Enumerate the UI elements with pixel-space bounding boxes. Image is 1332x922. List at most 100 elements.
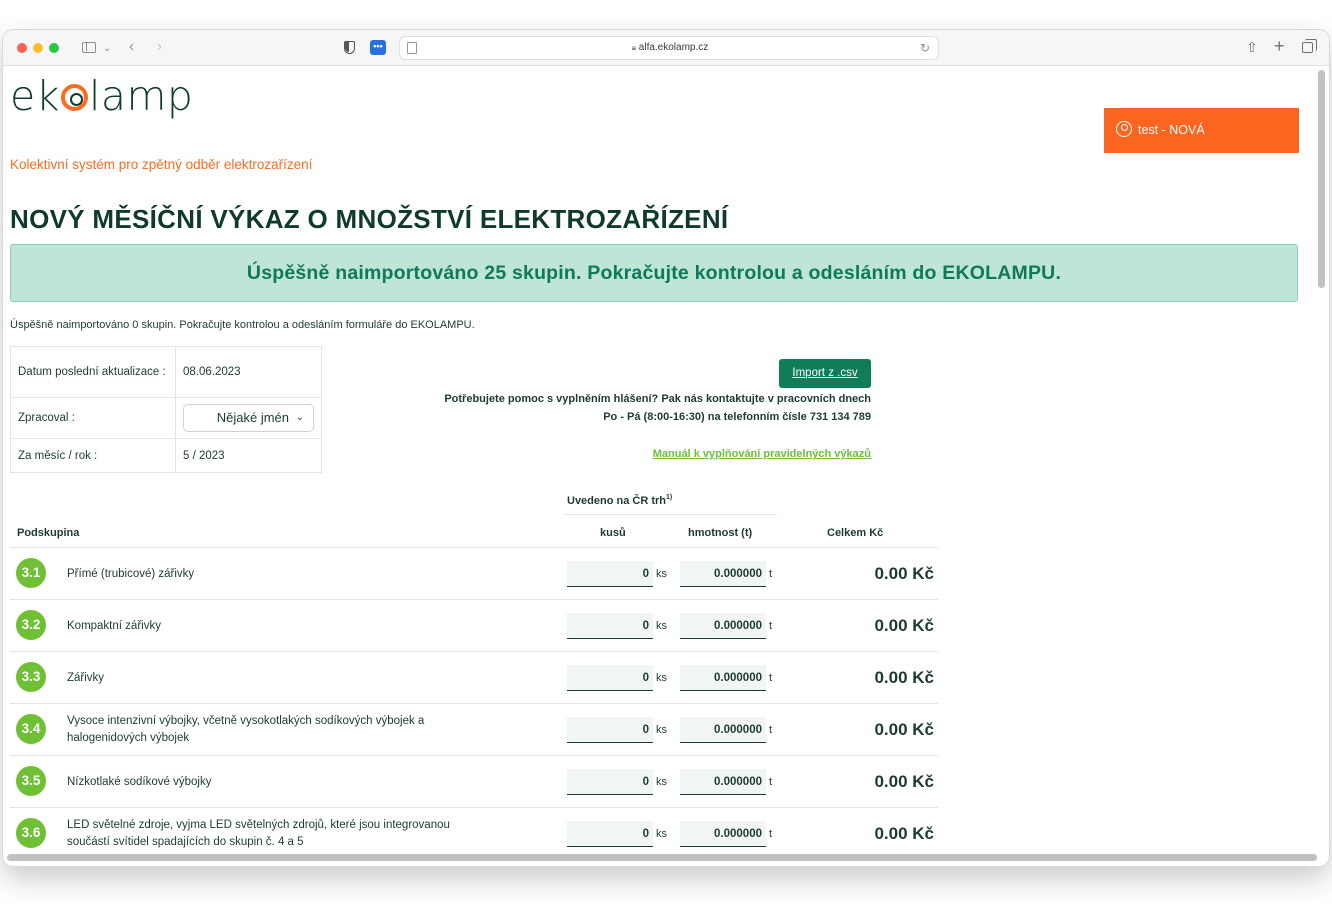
subgroup-code-badge: 3.1 bbox=[16, 558, 46, 588]
subgroup-name-text: Zářivky bbox=[67, 671, 105, 684]
pieces-unit: ks bbox=[656, 672, 667, 684]
help-text-line1: Potřebujete pomoc s vyplněním hlášení? P… bbox=[444, 393, 871, 405]
browser-toolbar: ⌄ ‹ › ••• 🔒︎ alfa.ekolamp.cz ↻ ⇧ + bbox=[3, 30, 1329, 66]
minimize-window-button[interactable] bbox=[33, 43, 43, 53]
logo-o-icon bbox=[60, 84, 88, 111]
weight-input[interactable]: 0.000000 bbox=[680, 665, 766, 691]
help-text-line2: Po - Pá (8:00-16:30) na telefonním čísle… bbox=[603, 411, 871, 423]
browser-window: ⌄ ‹ › ••• 🔒︎ alfa.ekolamp.cz ↻ ⇧ + ek lam… bbox=[3, 30, 1329, 866]
pieces-unit: ks bbox=[656, 620, 667, 632]
subgroup-name-text: LED světelné zdroje, vyjma LED světelnýc… bbox=[67, 819, 450, 848]
table-row: 3.6 LED světelné zdroje, vyjma LED světel… bbox=[10, 808, 938, 860]
weight-unit: t bbox=[769, 776, 773, 788]
group-divider bbox=[563, 514, 777, 515]
subgroup-code-badge: 3.2 bbox=[16, 610, 46, 640]
row-total: 0.00 Kč bbox=[874, 616, 934, 635]
row-total: 0.00 Kč bbox=[874, 720, 934, 739]
row-total: 0.00 Kč bbox=[874, 668, 934, 687]
pieces-input[interactable]: 0 bbox=[567, 821, 653, 847]
page-content: ek lamp Kolektivní systém pro zpětný odbě… bbox=[3, 66, 1329, 866]
address-bar[interactable]: 🔒︎ alfa.ekolamp.cz ↻ bbox=[399, 36, 939, 60]
subgroup-name: Přímé (trubicové) zářivky bbox=[67, 548, 487, 600]
sidebar-icon[interactable] bbox=[82, 42, 96, 53]
brand-tagline: Kolektivní systém pro zpětný odběr elekt… bbox=[10, 157, 313, 172]
footnote-marker: 1) bbox=[666, 494, 673, 501]
lock-icon: 🔒︎ bbox=[631, 43, 636, 52]
pieces-input[interactable]: 0 bbox=[567, 769, 653, 795]
processed-by-select[interactable]: Nějaké jmén ⌄ bbox=[183, 404, 314, 432]
pieces-unit: ks bbox=[656, 828, 667, 840]
horizontal-scrollbar[interactable] bbox=[7, 854, 1317, 861]
import-csv-button[interactable]: Import z .csv bbox=[779, 359, 871, 388]
row-total: 0.00 Kč bbox=[874, 824, 934, 843]
subgroup-name-text: Kompaktní zářivky bbox=[67, 619, 161, 632]
forward-icon[interactable]: › bbox=[157, 38, 162, 56]
table-row: 3.2 Kompaktní zářivky 0 ks 0.000000 t 0.00 Kč bbox=[10, 600, 938, 652]
manual-link[interactable]: Manuál k vyplňování pravidelných výkazů bbox=[653, 448, 871, 460]
reload-icon[interactable]: ↻ bbox=[920, 41, 930, 55]
zoom-window-button[interactable] bbox=[49, 43, 59, 53]
subgroup-name: Vysoce intenzivní výbojky, včetně vysoko… bbox=[67, 704, 487, 756]
processed-by-label: Zpracoval : bbox=[10, 397, 176, 439]
col-subgroup-header: Podskupina bbox=[17, 527, 80, 539]
weight-input[interactable]: 0.000000 bbox=[680, 769, 766, 795]
url-value: alfa.ekolamp.cz bbox=[638, 42, 709, 53]
weight-unit: t bbox=[769, 828, 773, 840]
period-value: 5 / 2023 bbox=[175, 438, 322, 473]
success-alert: Úspěšně naimportováno 25 skupin. Pokraču… bbox=[10, 244, 1298, 302]
share-icon[interactable]: ⇧ bbox=[1246, 39, 1258, 56]
chevron-down-icon: ⌄ bbox=[295, 412, 304, 423]
subgroup-code-badge: 3.5 bbox=[16, 766, 46, 796]
subgroup-name-text: Nízkotlaké sodíkové výbojky bbox=[67, 775, 212, 788]
logo-text-start: ek bbox=[10, 72, 60, 120]
row-total: 0.00 Kč bbox=[874, 772, 934, 791]
row-total: 0.00 Kč bbox=[874, 564, 934, 583]
weight-input[interactable]: 0.000000 bbox=[680, 613, 766, 639]
col-pieces-header: kusů bbox=[600, 527, 626, 539]
chevron-down-icon[interactable]: ⌄ bbox=[103, 40, 111, 58]
password-extension-icon[interactable]: ••• bbox=[370, 40, 386, 55]
weight-unit: t bbox=[769, 568, 773, 580]
pieces-input[interactable]: 0 bbox=[567, 717, 653, 743]
weight-unit: t bbox=[769, 724, 773, 736]
tab-overview-icon[interactable] bbox=[1302, 39, 1317, 53]
pieces-unit: ks bbox=[656, 776, 667, 788]
user-label: test - NOVÁ bbox=[1138, 123, 1205, 137]
back-icon[interactable]: ‹ bbox=[129, 38, 134, 56]
page-title: NOVÝ MĚSÍČNÍ VÝKAZ O MNOŽSTVÍ ELEKTROZAŘ… bbox=[10, 204, 729, 234]
weight-unit: t bbox=[769, 672, 773, 684]
period-label: Za měsíc / rok : bbox=[10, 438, 176, 473]
table-row: 3.5 Nízkotlaké sodíkové výbojky 0 ks 0.00000… bbox=[10, 756, 938, 808]
vertical-scrollbar[interactable] bbox=[1318, 70, 1325, 288]
subgroup-code-badge: 3.3 bbox=[16, 662, 46, 692]
ekolamp-logo[interactable]: ek lamp bbox=[10, 72, 193, 120]
subgroup-code-badge: 3.6 bbox=[16, 818, 46, 848]
report-meta-table: Datum poslední aktualizace : 08.06.2023 … bbox=[10, 346, 322, 473]
weight-unit: t bbox=[769, 620, 773, 632]
last-update-label: Datum poslední aktualizace : bbox=[10, 346, 176, 398]
pieces-input[interactable]: 0 bbox=[567, 665, 653, 691]
processed-by-cell: Nějaké jmén ⌄ bbox=[175, 397, 322, 439]
market-column-group: Uvedeno na ČR trh1) bbox=[563, 494, 777, 507]
pieces-unit: ks bbox=[656, 724, 667, 736]
privacy-shield-icon[interactable] bbox=[344, 41, 355, 54]
pieces-input[interactable]: 0 bbox=[567, 561, 653, 587]
subgroup-name: LED světelné zdroje, vyjma LED světelnýc… bbox=[67, 808, 487, 860]
last-update-value: 08.06.2023 bbox=[175, 346, 322, 398]
table-row: 3.1 Přímé (trubicové) zářivky 0 ks 0.000000 t… bbox=[10, 548, 938, 600]
processed-by-value: Nějaké jmén bbox=[216, 410, 289, 425]
subgroup-name: Kompaktní zářivky bbox=[67, 600, 487, 652]
close-window-button[interactable] bbox=[17, 43, 27, 53]
weight-input[interactable]: 0.000000 bbox=[680, 717, 766, 743]
new-tab-icon[interactable]: + bbox=[1274, 36, 1285, 57]
table-row: 3.3 Zářivky 0 ks 0.000000 t 0.00 Kč bbox=[10, 652, 938, 704]
weight-input[interactable]: 0.000000 bbox=[680, 561, 766, 587]
pieces-input[interactable]: 0 bbox=[567, 613, 653, 639]
logo-text-end: lamp bbox=[88, 72, 194, 120]
col-total-header: Celkem Kč bbox=[827, 527, 884, 539]
weight-input[interactable]: 0.000000 bbox=[680, 821, 766, 847]
subgroup-name: Zářivky bbox=[67, 652, 487, 704]
user-menu-button[interactable]: test - NOVÁ bbox=[1104, 108, 1299, 153]
pieces-unit: ks bbox=[656, 568, 667, 580]
subgroup-name-text: Přímé (trubicové) zářivky bbox=[67, 567, 195, 580]
